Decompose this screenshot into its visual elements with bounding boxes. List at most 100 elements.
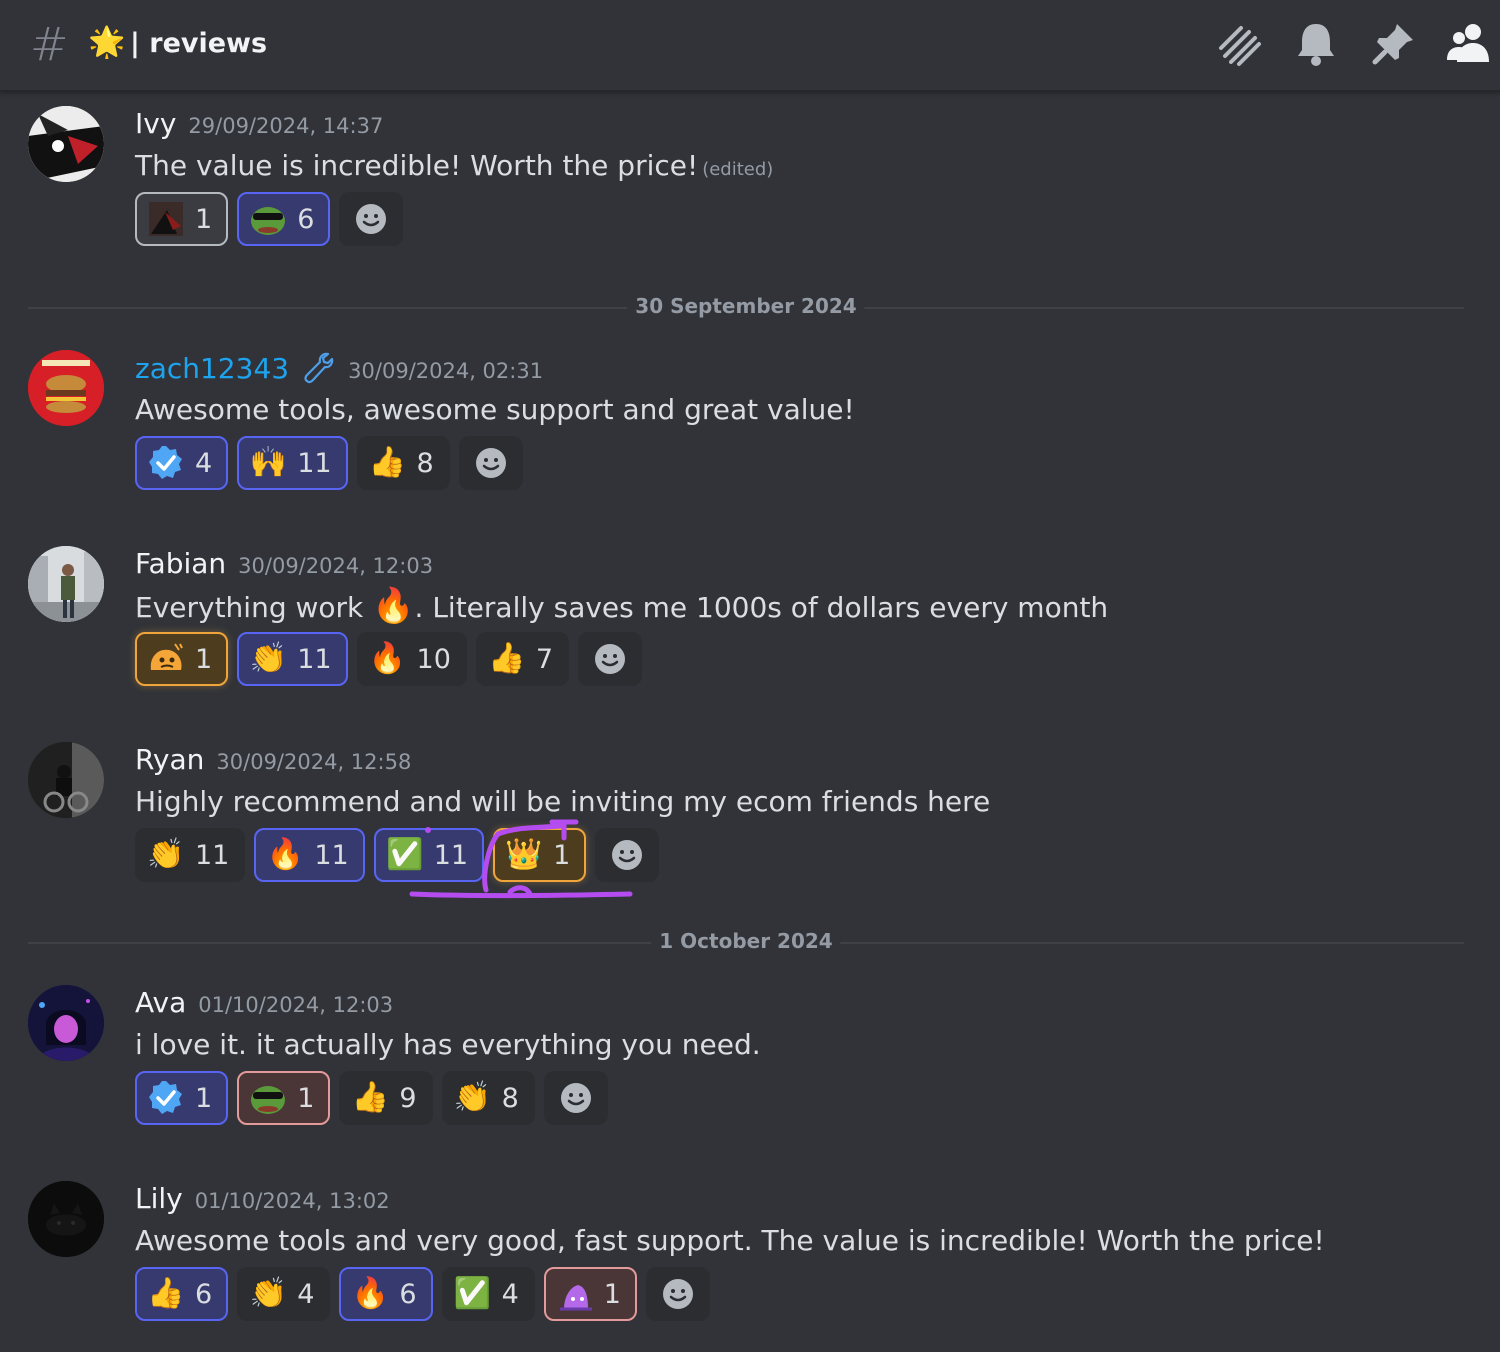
avatar[interactable] — [28, 350, 104, 426]
fire-emoji-icon: 🔥 — [266, 837, 305, 872]
clapping-hands-emoji-icon: 👏 — [453, 1080, 492, 1115]
reaction-count: 6 — [195, 1278, 213, 1310]
add-reaction-button[interactable] — [339, 192, 404, 246]
add-reaction-button[interactable] — [645, 1267, 710, 1321]
reaction-count: 8 — [501, 1082, 519, 1114]
reaction-count: 1 — [195, 643, 213, 675]
reaction-count: 10 — [416, 643, 451, 675]
reaction[interactable]: ✅ 4 — [441, 1267, 535, 1321]
fire-emoji-icon: 🔥 — [372, 586, 415, 626]
add-reaction-smile-icon — [560, 1083, 591, 1113]
reaction[interactable]: ✅ 11 — [373, 828, 485, 882]
reaction[interactable]: 6 — [237, 192, 331, 246]
reaction[interactable]: 🔥 10 — [356, 632, 467, 686]
avatar[interactable] — [28, 106, 104, 182]
add-reaction-button[interactable] — [543, 1071, 608, 1125]
reaction-count: 1 — [553, 839, 571, 871]
reaction-count: 11 — [297, 447, 332, 479]
pin-icon[interactable] — [1367, 18, 1419, 70]
avatar-ivy-image — [28, 106, 104, 182]
add-reaction-smile-icon — [595, 644, 626, 674]
reaction[interactable]: 1 — [135, 632, 229, 686]
author-name[interactable]: Ryan — [135, 743, 204, 776]
reaction[interactable]: 👍 7 — [475, 632, 570, 686]
members-icon[interactable] — [1443, 18, 1495, 70]
timestamp: 30/09/2024, 12:03 — [238, 554, 434, 578]
reaction[interactable]: 👍 8 — [356, 436, 450, 490]
reaction[interactable]: 1 — [237, 1071, 331, 1125]
message-text: . Literally saves me 1000s of dollars ev… — [414, 591, 1109, 624]
message-content: Everything work 🔥. Literally saves me 10… — [135, 586, 1108, 628]
date-divider: 1 October 2024 — [28, 929, 1464, 953]
reaction[interactable]: 👏 11 — [135, 828, 246, 882]
reaction[interactable]: 1 — [135, 192, 229, 246]
reaction[interactable]: 1 — [135, 1071, 229, 1125]
timestamp: 01/10/2024, 13:02 — [194, 1189, 390, 1213]
reactions-bar: 1 1 👍 9 👏 8 — [135, 1071, 608, 1125]
reaction[interactable]: 4 — [135, 436, 229, 490]
message-text: Awesome tools, awesome support and great… — [135, 393, 855, 426]
timestamp: 30/09/2024, 12:58 — [216, 750, 412, 774]
thumbs-up-emoji-icon: 👍 — [147, 1276, 185, 1311]
author-name[interactable]: zach12343 — [135, 352, 289, 385]
reaction[interactable]: 🙌 11 — [237, 436, 348, 490]
reaction[interactable]: 👍 9 — [339, 1071, 433, 1125]
verified-check-emoji-icon — [149, 446, 182, 479]
bell-icon[interactable] — [1290, 18, 1342, 70]
reaction[interactable]: 🔥 6 — [339, 1267, 433, 1321]
avatar[interactable] — [28, 546, 104, 622]
reaction[interactable]: 🔥 11 — [254, 828, 365, 882]
author-name[interactable]: Fabian — [135, 547, 226, 580]
clapping-hands-emoji-icon: 👏 — [249, 1276, 287, 1311]
reaction[interactable]: 1 — [543, 1267, 637, 1321]
avatar[interactable] — [28, 985, 104, 1061]
date-divider-label: 1 October 2024 — [651, 929, 841, 953]
reaction-count: 1 — [297, 1082, 315, 1114]
message-content: Awesome tools, awesome support and great… — [135, 390, 855, 430]
reaction-count: 1 — [195, 203, 213, 235]
reaction[interactable]: 👏 11 — [237, 632, 348, 686]
pepe-cool-emoji-icon — [251, 207, 286, 235]
custom-image-emoji-icon — [149, 202, 183, 236]
channel-name: | reviews — [130, 28, 268, 59]
thumbs-up-emoji-icon: 👍 — [368, 445, 407, 480]
clapping-hands-emoji-icon: 👏 — [249, 641, 287, 676]
reactions-bar: 👏 11 🔥 11 ✅ 11 👑 1 — [135, 828, 660, 882]
reaction-count: 7 — [535, 643, 554, 675]
avatar[interactable] — [28, 1181, 104, 1257]
reaction-count: 8 — [416, 447, 434, 479]
reaction-count: 11 — [297, 643, 332, 675]
reaction[interactable]: 👑 1 — [493, 828, 587, 882]
pepe-cool-emoji-icon — [251, 1086, 286, 1114]
channel-star-emoji: 🌟 — [88, 25, 126, 60]
channel-header: # 🌟 | reviews — [0, 0, 1500, 92]
reaction-count: 11 — [314, 839, 349, 871]
add-reaction-button[interactable] — [458, 436, 523, 490]
reaction-count: 4 — [195, 447, 213, 479]
reaction[interactable]: 👏 4 — [237, 1267, 331, 1321]
threads-icon[interactable] — [1213, 18, 1265, 70]
message-text: i love it. it actually has everything yo… — [135, 1028, 761, 1061]
date-divider-label: 30 September 2024 — [627, 294, 865, 318]
avatar-lily-image — [28, 1181, 104, 1257]
reaction-count: 11 — [433, 839, 469, 871]
wizard-blob-emoji-icon — [559, 1285, 592, 1311]
reaction[interactable]: 👏 8 — [441, 1071, 535, 1125]
reaction-count: 1 — [195, 1082, 213, 1114]
add-reaction-smile-icon — [612, 840, 643, 870]
reactions-bar: 👍 6 👏 4 🔥 6 ✅ 4 1 — [135, 1267, 710, 1321]
edited-label: (edited) — [702, 159, 774, 180]
crown-emoji-icon: 👑 — [505, 837, 543, 872]
author-name[interactable]: Ava — [135, 986, 186, 1019]
avatar[interactable] — [28, 742, 104, 818]
add-reaction-button[interactable] — [595, 828, 660, 882]
reactions-bar: 4 🙌 11 👍 8 — [135, 436, 523, 490]
author-name[interactable]: Ivy — [135, 107, 176, 140]
author-name[interactable]: Lily — [135, 1182, 183, 1215]
wrench-badge-icon[interactable] — [302, 350, 336, 384]
channel-hash-icon: # — [30, 17, 69, 71]
message-text: Everything work — [135, 591, 364, 624]
add-reaction-button[interactable] — [578, 632, 643, 686]
reaction-count: 4 — [297, 1278, 315, 1310]
reaction[interactable]: 👍 6 — [135, 1267, 229, 1321]
